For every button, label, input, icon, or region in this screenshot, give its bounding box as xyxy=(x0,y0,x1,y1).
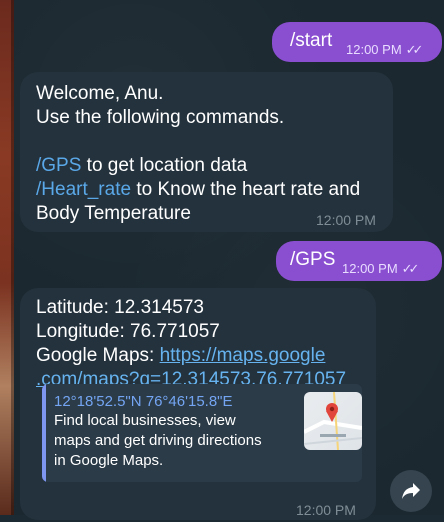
message-time: 12:00 PM xyxy=(316,212,376,228)
maps-link-part1[interactable]: https://maps.google xyxy=(160,345,326,366)
maps-label: Google Maps: xyxy=(36,345,160,366)
message-location[interactable]: Latitude: 12.314573 Longitude: 76.771057… xyxy=(20,288,376,520)
double-check-icon: ✓✓ xyxy=(405,42,424,57)
message-meta: 12:00 PM ✓✓ xyxy=(342,257,420,281)
message-meta: 12:00 PM ✓✓ xyxy=(346,38,424,62)
message-text: /GPS xyxy=(290,249,336,270)
message-time: 12:00 PM xyxy=(346,42,402,57)
message-time: 12:00 PM xyxy=(342,261,398,276)
message-start-command[interactable]: /start 12:00 PM ✓✓ xyxy=(272,22,442,62)
preview-description: Find local businesses, view maps and get… xyxy=(54,412,262,469)
double-check-icon: ✓✓ xyxy=(401,261,420,276)
heart-rate-command-desc-2: Body Temperature xyxy=(36,203,191,224)
share-forward-button[interactable] xyxy=(390,470,432,512)
link-preview-card[interactable]: 12°18'52.5"N 76°46'15.8"E Find local bus… xyxy=(42,384,362,482)
preview-accent-bar xyxy=(42,384,46,482)
heart-rate-command-link[interactable]: /Heart_rate xyxy=(36,179,131,200)
message-welcome[interactable]: Welcome, Anu. Use the following commands… xyxy=(20,72,393,232)
gps-command-link[interactable]: /GPS xyxy=(36,155,81,176)
share-forward-icon xyxy=(402,483,420,499)
heart-rate-command-desc: to Know the heart rate and xyxy=(131,179,361,200)
longitude-text: Longitude: 76.771057 xyxy=(36,321,220,342)
welcome-line2: Use the following commands. xyxy=(36,107,285,128)
gps-command-desc: to get location data xyxy=(81,155,248,176)
background-photo-edge xyxy=(0,0,14,515)
message-time: 12:00 PM xyxy=(296,502,356,518)
message-gps-command[interactable]: /GPS 12:00 PM ✓✓ xyxy=(276,241,442,281)
latitude-text: Latitude: 12.314573 xyxy=(36,297,204,318)
map-thumbnail[interactable] xyxy=(304,392,362,450)
message-text: /start xyxy=(290,30,333,51)
welcome-line1: Welcome, Anu. xyxy=(36,83,164,104)
